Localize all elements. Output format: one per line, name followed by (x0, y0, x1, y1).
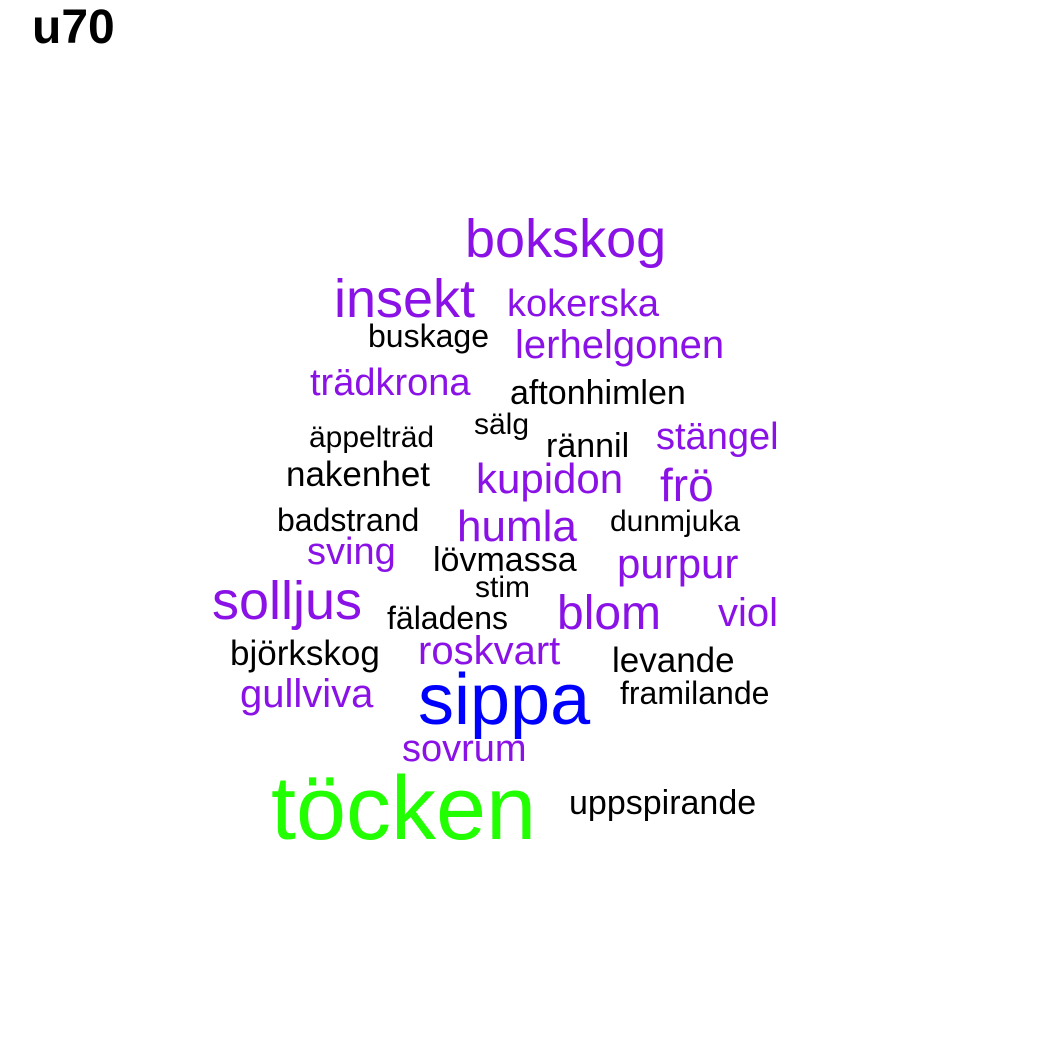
cloud-word: dunmjuka (610, 505, 741, 538)
cloud-word: stängel (656, 416, 779, 458)
cloud-word: frö (660, 459, 714, 511)
cloud-word: sälg (474, 408, 530, 441)
cloud-word: stim (475, 571, 530, 604)
cloud-word: blom (557, 587, 662, 640)
word-cloud: u70 bokskog insekt kokerska buskage lerhelgo… (0, 0, 1050, 1050)
cloud-word: aftonhimlen (510, 374, 686, 412)
cloud-word: viol (718, 591, 779, 635)
cloud-word: lerhelgonen (515, 323, 725, 367)
cloud-title: u70 (32, 1, 115, 54)
cloud-word: kupidon (476, 455, 624, 502)
cloud-word: trädkrona (310, 362, 471, 404)
cloud-word: purpur (617, 540, 739, 587)
cloud-word: levande (612, 641, 735, 680)
cloud-word: kokerska (507, 283, 660, 325)
cloud-word: framilande (620, 675, 770, 711)
cloud-word: solljus (212, 571, 363, 631)
cloud-word: buskage (368, 318, 489, 354)
cloud-word: uppspirande (569, 784, 757, 822)
cloud-word: sving (307, 531, 396, 573)
cloud-word: gullviva (240, 672, 374, 716)
cloud-word: töcken (271, 759, 537, 859)
cloud-word: äppelträd (309, 421, 435, 454)
cloud-word: nakenhet (286, 455, 431, 494)
cloud-word: björkskog (230, 634, 380, 673)
cloud-word: sippa (418, 660, 591, 740)
cloud-word: bokskog (465, 209, 667, 269)
